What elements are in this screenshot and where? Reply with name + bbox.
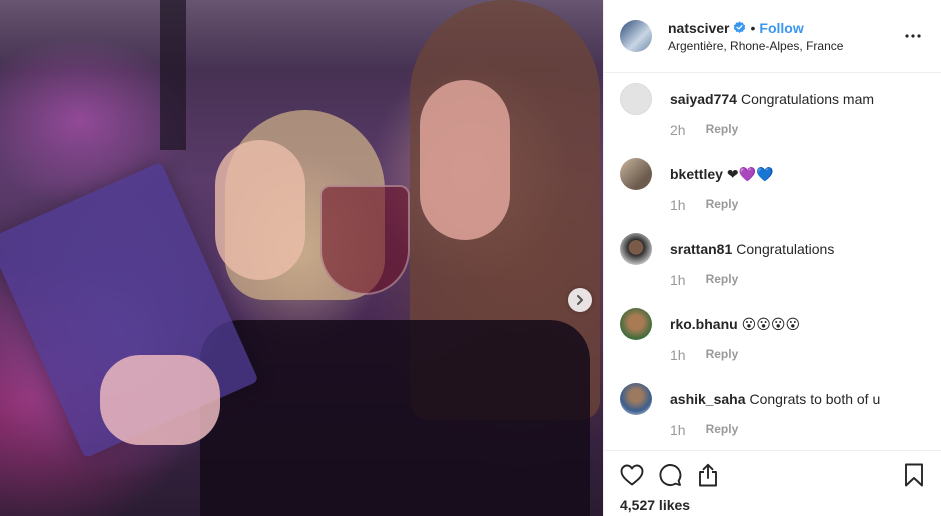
next-photo-button[interactable] <box>568 288 592 312</box>
post-location[interactable]: Argentière, Rhone-Alpes, France <box>668 39 901 53</box>
comment-bubble-icon <box>659 464 682 486</box>
share-button[interactable] <box>696 463 720 487</box>
comment-item: rko.bhanu 😮😮😮😮 1h Reply <box>620 308 925 363</box>
comment-meta: 1h Reply <box>670 422 925 438</box>
bookmark-icon <box>905 463 923 487</box>
comment-reply-button[interactable]: Reply <box>706 272 739 288</box>
commenter-avatar[interactable] <box>620 83 652 115</box>
comment-username[interactable]: ashik_saha <box>670 391 746 407</box>
comment-reply-button[interactable]: Reply <box>706 422 739 438</box>
comment-meta: 1h Reply <box>670 347 925 363</box>
comment-text: Congrats to both of u <box>749 391 881 407</box>
commenter-avatar[interactable] <box>620 308 652 340</box>
like-button[interactable] <box>620 463 644 487</box>
author-row: natsciver • Follow <box>668 20 901 36</box>
post-photo[interactable] <box>0 0 603 516</box>
comment-text: Congratulations mam <box>740 91 875 107</box>
comment-text-row: bkettley ❤💜💙 <box>670 158 925 183</box>
like-count[interactable]: 4,527 likes <box>620 497 926 513</box>
comment-text-row: rko.bhanu 😮😮😮😮 <box>670 308 925 333</box>
commenter-avatar[interactable] <box>620 158 652 190</box>
comment-text: Congratulations <box>736 241 835 257</box>
photo-wine-glass <box>320 185 410 295</box>
photo-person-right-face <box>420 80 510 240</box>
comment-text-row: srattan81 Congratulations <box>670 233 925 258</box>
post-actions: 4,527 likes <box>604 450 941 516</box>
chevron-right-icon <box>577 295 583 305</box>
comment-reply-button[interactable]: Reply <box>706 347 739 363</box>
author-meta: natsciver • Follow Argentière, Rhone-Alp… <box>668 20 901 53</box>
author-avatar[interactable] <box>620 20 652 52</box>
commenter-avatar[interactable] <box>620 383 652 415</box>
instagram-post-viewer: natsciver • Follow Argentière, Rhone-Alp… <box>0 0 941 516</box>
comments-list: saiyad774 Congratulations mam 2h Reply bk… <box>604 73 941 450</box>
comment-username[interactable]: saiyad774 <box>670 91 737 107</box>
commenter-avatar[interactable] <box>620 233 652 265</box>
comment-username[interactable]: bkettley <box>670 166 723 182</box>
comment-item: bkettley ❤💜💙 1h Reply <box>620 158 925 213</box>
share-icon <box>699 463 717 487</box>
comment-item: ashik_saha Congrats to both of u 1h Reply <box>620 383 925 438</box>
comment-reply-button[interactable]: Reply <box>706 197 739 213</box>
separator-dot: • <box>750 19 756 36</box>
comment-text: ❤💜💙 <box>726 166 774 182</box>
more-options-icon <box>905 34 921 38</box>
heart-icon <box>620 464 644 486</box>
comment-username[interactable]: rko.bhanu <box>670 316 738 332</box>
comment-text-row: ashik_saha Congrats to both of u <box>670 383 925 408</box>
comment-text-row: saiyad774 Congratulations mam <box>670 83 925 108</box>
comment-time[interactable]: 2h <box>670 122 686 138</box>
post-header: natsciver • Follow Argentière, Rhone-Alp… <box>604 0 941 73</box>
action-icons-row <box>620 461 926 489</box>
photo-hand <box>100 355 220 445</box>
comment-button[interactable] <box>658 463 682 487</box>
comment-username[interactable]: srattan81 <box>670 241 732 257</box>
author-username[interactable]: natsciver <box>668 20 729 36</box>
photo-person-left-face <box>215 140 305 280</box>
comment-reply-button[interactable]: Reply <box>706 122 739 138</box>
comment-time[interactable]: 1h <box>670 422 686 438</box>
comment-item: srattan81 Congratulations 1h Reply <box>620 233 925 288</box>
comment-time[interactable]: 1h <box>670 197 686 213</box>
comment-meta: 1h Reply <box>670 197 925 213</box>
comment-time[interactable]: 1h <box>670 272 686 288</box>
comment-text: 😮😮😮😮 <box>741 316 801 332</box>
verified-badge-icon <box>733 21 746 34</box>
save-button[interactable] <box>902 463 926 487</box>
follow-button[interactable]: Follow <box>759 20 803 36</box>
photo-pillar <box>160 0 186 150</box>
comment-meta: 1h Reply <box>670 272 925 288</box>
photo-dresses <box>200 320 590 516</box>
comment-meta: 2h Reply <box>670 122 925 138</box>
comment-item: saiyad774 Congratulations mam 2h Reply <box>620 83 925 138</box>
comment-time[interactable]: 1h <box>670 347 686 363</box>
more-options-button[interactable] <box>901 34 925 38</box>
post-side-panel: natsciver • Follow Argentière, Rhone-Alp… <box>603 0 941 516</box>
